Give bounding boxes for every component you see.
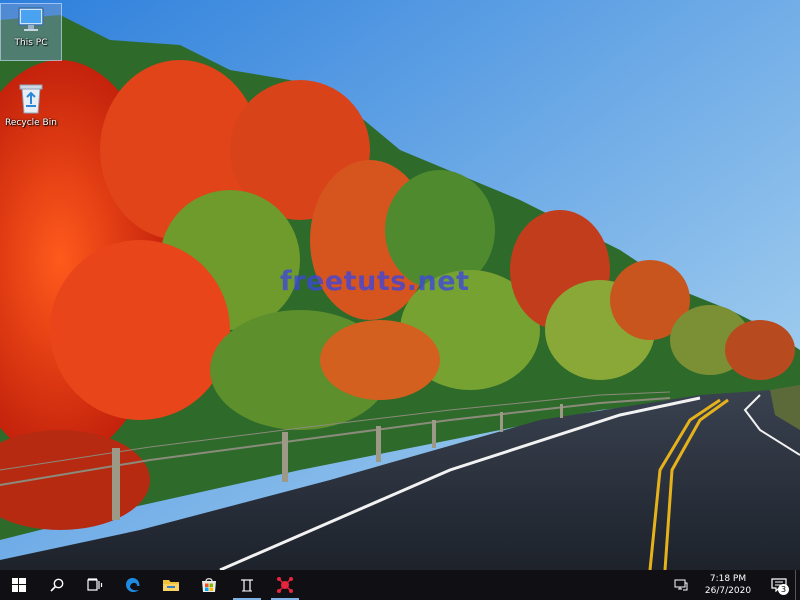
recycle-bin-icon bbox=[19, 84, 43, 114]
clock-time: 7:18 PM bbox=[709, 574, 747, 584]
network-icon bbox=[674, 579, 688, 591]
edge-button[interactable] bbox=[114, 570, 152, 600]
store-icon bbox=[202, 578, 216, 592]
desktop-icon-this-pc[interactable]: This PC bbox=[0, 3, 62, 61]
network-tray-button[interactable] bbox=[669, 570, 693, 600]
notification-count-badge: 3 bbox=[778, 584, 789, 595]
system-tray: 7:18 PM 26/7/2020 3 bbox=[669, 570, 800, 600]
desktop-icon-label: This PC bbox=[14, 38, 48, 48]
windows-logo-icon bbox=[12, 578, 26, 592]
show-desktop-button[interactable] bbox=[795, 570, 800, 600]
taskbar: 7:18 PM 26/7/2020 3 bbox=[0, 570, 800, 600]
search-icon bbox=[50, 578, 64, 592]
desktop-icon-recycle-bin[interactable]: Recycle Bin bbox=[1, 82, 61, 138]
network-app-button[interactable] bbox=[266, 570, 304, 600]
desktop[interactable]: This PC Recycle Bin freetuts.net bbox=[0, 0, 800, 570]
store-button[interactable] bbox=[190, 570, 228, 600]
app-button[interactable] bbox=[228, 570, 266, 600]
app-icon bbox=[241, 579, 253, 592]
folder-icon bbox=[163, 580, 179, 591]
edge-icon bbox=[126, 578, 140, 593]
file-explorer-button[interactable] bbox=[152, 570, 190, 600]
clock[interactable]: 7:18 PM 26/7/2020 bbox=[693, 573, 763, 597]
task-view-button[interactable] bbox=[76, 570, 114, 600]
search-button[interactable] bbox=[38, 570, 76, 600]
action-center-button[interactable]: 3 bbox=[763, 570, 795, 600]
network-app-icon bbox=[277, 577, 293, 593]
start-button[interactable] bbox=[0, 570, 38, 600]
clock-date: 26/7/2020 bbox=[704, 586, 752, 596]
task-view-icon bbox=[87, 578, 103, 591]
desktop-icon-label: Recycle Bin bbox=[5, 118, 57, 128]
watermark-text: freetuts.net bbox=[280, 266, 470, 297]
this-pc-icon bbox=[18, 7, 44, 31]
